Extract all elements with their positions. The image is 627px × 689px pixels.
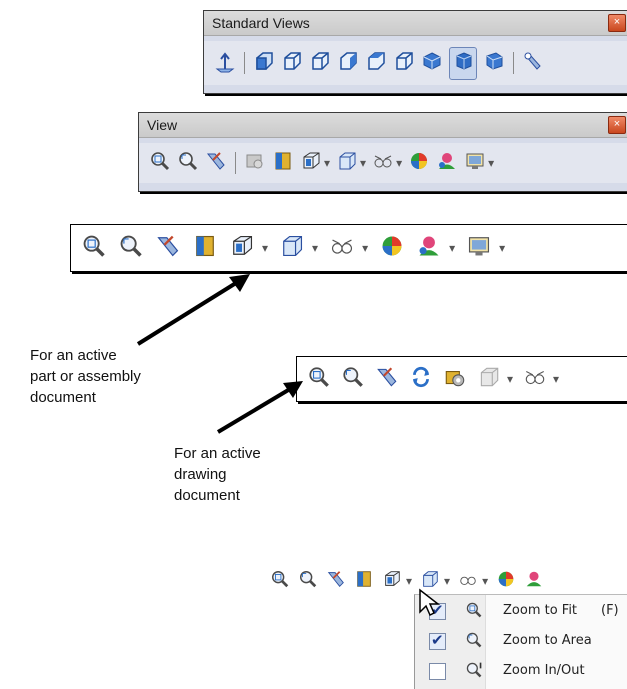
chevron-down-icon[interactable]: ▾ bbox=[482, 574, 488, 588]
context-toolbar: ▾ ▾ ▾ bbox=[264, 566, 627, 596]
edit-appearance-icon[interactable] bbox=[496, 569, 516, 594]
menu-item-zoom-to-fit[interactable]: Zoom to Fit (F) bbox=[415, 597, 627, 625]
section-view-icon[interactable] bbox=[354, 569, 374, 594]
checkbox-unchecked[interactable] bbox=[429, 663, 446, 680]
zoom-to-fit-icon bbox=[465, 601, 483, 624]
hide-show-items-icon[interactable] bbox=[458, 569, 478, 594]
mouse-pointer-icon bbox=[419, 588, 441, 617]
view-orientation-icon[interactable] bbox=[382, 569, 402, 594]
menu-item-label: Zoom In/Out bbox=[503, 663, 585, 678]
part-callout-arrow bbox=[136, 274, 250, 346]
drawing-callout-arrow bbox=[216, 381, 303, 434]
zoom-to-area-icon bbox=[465, 631, 483, 654]
menu-item-zoom-to-area[interactable]: Zoom to Area bbox=[415, 627, 627, 655]
menu-item-label: Zoom to Area bbox=[503, 633, 592, 648]
menu-item-zoom-in-out[interactable]: Zoom In/Out bbox=[415, 657, 627, 685]
zoom-in-out-icon bbox=[465, 661, 483, 684]
menu-item-shortcut: (F) bbox=[601, 603, 619, 618]
chevron-down-icon[interactable]: ▾ bbox=[444, 574, 450, 588]
view-options-menu: Zoom to Fit (F) Zoom to Area Zoom In/Out bbox=[414, 594, 627, 689]
checkbox-checked[interactable] bbox=[429, 631, 446, 650]
zoom-to-area-icon[interactable] bbox=[298, 569, 318, 594]
previous-view-icon[interactable] bbox=[326, 569, 346, 594]
chevron-down-icon[interactable]: ▾ bbox=[406, 574, 412, 588]
apply-scene-icon[interactable] bbox=[524, 569, 544, 594]
zoom-to-fit-icon[interactable] bbox=[270, 569, 290, 594]
menu-item-label: Zoom to Fit bbox=[503, 603, 578, 618]
